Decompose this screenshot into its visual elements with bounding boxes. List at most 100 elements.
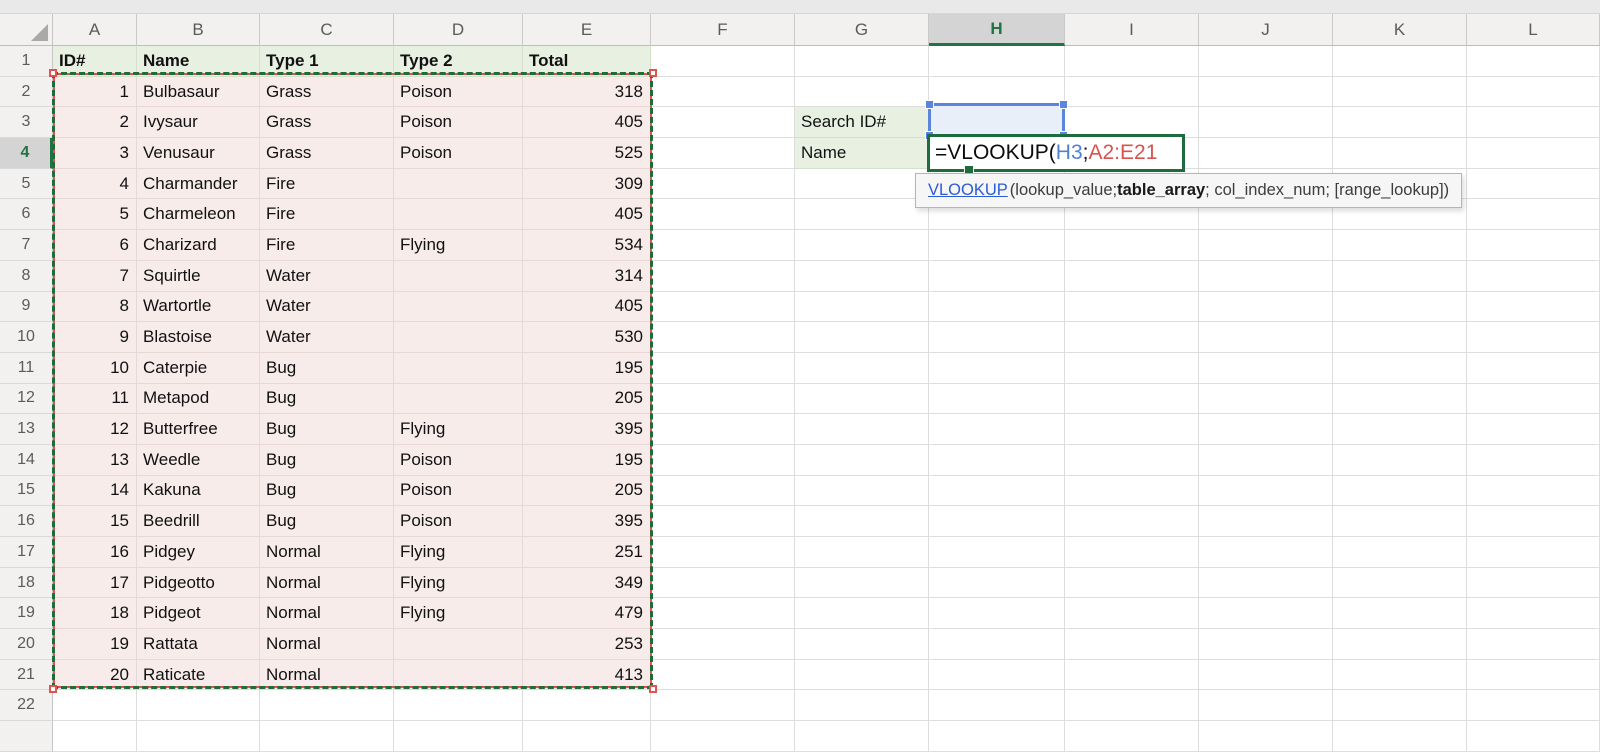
cell-B21[interactable]: Raticate xyxy=(137,660,260,691)
cell-F13[interactable] xyxy=(651,414,795,445)
cell-H14[interactable] xyxy=(929,445,1065,476)
cell-H7[interactable] xyxy=(929,230,1065,261)
cell-C6[interactable]: Fire xyxy=(260,199,394,230)
cell-A21[interactable]: 20 xyxy=(53,660,137,691)
cell-A15[interactable]: 14 xyxy=(53,476,137,507)
cell-G11[interactable] xyxy=(795,353,929,384)
cell-I9[interactable] xyxy=(1065,292,1199,323)
row-header-13[interactable]: 13 xyxy=(0,414,53,445)
cell-F2[interactable] xyxy=(651,77,795,108)
column-header-H[interactable]: H xyxy=(929,14,1065,46)
row-header-12[interactable]: 12 xyxy=(0,384,53,415)
cell-A20[interactable]: 19 xyxy=(53,629,137,660)
cell-A3[interactable]: 2 xyxy=(53,107,137,138)
column-header-K[interactable]: K xyxy=(1333,14,1467,46)
cell-C23[interactable] xyxy=(260,721,394,752)
cell-C21[interactable]: Normal xyxy=(260,660,394,691)
cell-F4[interactable] xyxy=(651,138,795,169)
cell-K23[interactable] xyxy=(1333,721,1467,752)
cell-D5[interactable] xyxy=(394,169,523,200)
cell-A7[interactable]: 6 xyxy=(53,230,137,261)
cell-A5[interactable]: 4 xyxy=(53,169,137,200)
cell-J11[interactable] xyxy=(1199,353,1333,384)
cell-G21[interactable] xyxy=(795,660,929,691)
cell-G22[interactable] xyxy=(795,690,929,721)
cell-D9[interactable] xyxy=(394,292,523,323)
cell-J19[interactable] xyxy=(1199,598,1333,629)
cell-H11[interactable] xyxy=(929,353,1065,384)
cell-H9[interactable] xyxy=(929,292,1065,323)
cell-L20[interactable] xyxy=(1467,629,1600,660)
column-header-F[interactable]: F xyxy=(651,14,795,46)
column-header-B[interactable]: B xyxy=(137,14,260,46)
cell-L1[interactable] xyxy=(1467,46,1600,77)
cell-D3[interactable]: Poison xyxy=(394,107,523,138)
cell-K21[interactable] xyxy=(1333,660,1467,691)
lookup-cell-reference-outline[interactable] xyxy=(928,103,1065,137)
cell-C14[interactable]: Bug xyxy=(260,445,394,476)
cell-B2[interactable]: Bulbasaur xyxy=(137,77,260,108)
cell-J21[interactable] xyxy=(1199,660,1333,691)
cell-I23[interactable] xyxy=(1065,721,1199,752)
cell-F6[interactable] xyxy=(651,199,795,230)
cell-B11[interactable]: Caterpie xyxy=(137,353,260,384)
cell-H15[interactable] xyxy=(929,476,1065,507)
cell-L5[interactable] xyxy=(1467,169,1600,200)
cell-K1[interactable] xyxy=(1333,46,1467,77)
cell-F3[interactable] xyxy=(651,107,795,138)
row-header-18[interactable]: 18 xyxy=(0,568,53,599)
cell-B17[interactable]: Pidgey xyxy=(137,537,260,568)
range-handle-bottom-left[interactable] xyxy=(49,685,57,693)
cell-B19[interactable]: Pidgeot xyxy=(137,598,260,629)
cell-C12[interactable]: Bug xyxy=(260,384,394,415)
cell-F20[interactable] xyxy=(651,629,795,660)
cell-L12[interactable] xyxy=(1467,384,1600,415)
cell-C15[interactable]: Bug xyxy=(260,476,394,507)
cell-I8[interactable] xyxy=(1065,261,1199,292)
cell-A4[interactable]: 3 xyxy=(53,138,137,169)
cell-J2[interactable] xyxy=(1199,77,1333,108)
cell-E2[interactable]: 318 xyxy=(523,77,651,108)
cell-E8[interactable]: 314 xyxy=(523,261,651,292)
cell-H12[interactable] xyxy=(929,384,1065,415)
cell-K17[interactable] xyxy=(1333,537,1467,568)
row-header-6[interactable]: 6 xyxy=(0,199,53,230)
cell-B8[interactable]: Squirtle xyxy=(137,261,260,292)
cell-D23[interactable] xyxy=(394,721,523,752)
cell-C13[interactable]: Bug xyxy=(260,414,394,445)
row-header-8[interactable]: 8 xyxy=(0,261,53,292)
cell-L14[interactable] xyxy=(1467,445,1600,476)
cell-H1[interactable] xyxy=(929,46,1065,77)
row-header-16[interactable]: 16 xyxy=(0,506,53,537)
cell-B15[interactable]: Kakuna xyxy=(137,476,260,507)
cell-K18[interactable] xyxy=(1333,568,1467,599)
cell-H20[interactable] xyxy=(929,629,1065,660)
row-header-11[interactable]: 11 xyxy=(0,353,53,384)
cell-F17[interactable] xyxy=(651,537,795,568)
select-all-corner[interactable] xyxy=(0,14,53,46)
cell-G19[interactable] xyxy=(795,598,929,629)
cell-L11[interactable] xyxy=(1467,353,1600,384)
cell-D6[interactable] xyxy=(394,199,523,230)
cell-E5[interactable]: 309 xyxy=(523,169,651,200)
cell-D21[interactable] xyxy=(394,660,523,691)
cell-D2[interactable]: Poison xyxy=(394,77,523,108)
cell-L15[interactable] xyxy=(1467,476,1600,507)
row-header-1[interactable]: 1 xyxy=(0,46,53,77)
cell-G13[interactable] xyxy=(795,414,929,445)
row-header-3[interactable]: 3 xyxy=(0,107,53,138)
cell-F5[interactable] xyxy=(651,169,795,200)
cell-E23[interactable] xyxy=(523,721,651,752)
cell-D19[interactable]: Flying xyxy=(394,598,523,629)
cell-G5[interactable] xyxy=(795,169,929,200)
cell-B23[interactable] xyxy=(137,721,260,752)
cell-E22[interactable] xyxy=(523,690,651,721)
cell-D14[interactable]: Poison xyxy=(394,445,523,476)
cell-K11[interactable] xyxy=(1333,353,1467,384)
cell-D1[interactable]: Type 2 xyxy=(394,46,523,77)
cell-H23[interactable] xyxy=(929,721,1065,752)
cell-D11[interactable] xyxy=(394,353,523,384)
cell-K22[interactable] xyxy=(1333,690,1467,721)
cell-C17[interactable]: Normal xyxy=(260,537,394,568)
cell-E10[interactable]: 530 xyxy=(523,322,651,353)
